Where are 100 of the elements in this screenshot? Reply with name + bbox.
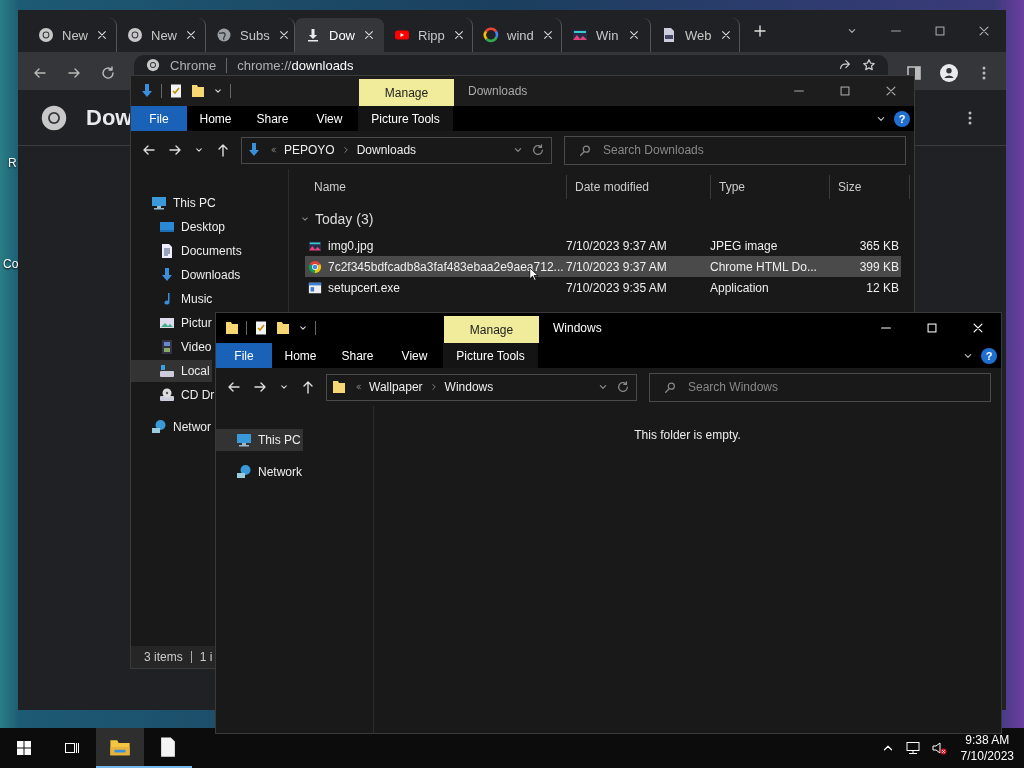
nav-item[interactable]: This PC: [216, 429, 303, 451]
close-icon[interactable]: [884, 84, 898, 98]
network-icon[interactable]: [904, 740, 921, 756]
nav-item[interactable]: Downloads: [131, 264, 243, 286]
file-row[interactable]: img0.jpg 7/10/2023 9:37 AM JPEG image 365 KB: [305, 235, 901, 256]
breadcrumb[interactable]: Windows: [444, 380, 494, 394]
nav-item[interactable]: Networ: [131, 416, 213, 438]
logo-icon: [483, 27, 499, 43]
folder-icon: [224, 320, 240, 336]
folder-icon[interactable]: [190, 83, 206, 99]
nav-item[interactable]: Desktop: [131, 216, 228, 238]
close-icon[interactable]: [363, 29, 375, 41]
close-icon[interactable]: [96, 29, 108, 41]
globe-icon: [216, 27, 232, 43]
ribbon-tab[interactable]: Home: [272, 343, 329, 368]
new-tab-icon[interactable]: [752, 23, 768, 39]
ribbon-tab[interactable]: File: [131, 106, 187, 131]
download-arrow-icon: [159, 267, 175, 283]
computer-icon: [151, 195, 167, 211]
ribbon-tab[interactable]: View: [301, 106, 358, 131]
column-header[interactable]: Name: [305, 175, 567, 199]
network-icon: [236, 464, 252, 480]
close-icon[interactable]: [628, 29, 640, 41]
ribbon-tab[interactable]: View: [386, 343, 443, 368]
file-row[interactable]: 7c2f345bdfcadb8a3faf483ebaa2e9aea712... 7/10/2023 9:37 AM Chrome HTML Do... 399 KB: [305, 256, 901, 277]
computer-icon: [236, 432, 252, 448]
breadcrumb[interactable]: Downloads: [356, 143, 417, 157]
breadcrumb[interactable]: Wallpaper: [369, 380, 423, 394]
network-icon: [151, 419, 167, 435]
share-icon[interactable]: [838, 58, 852, 72]
file-name: setupcert.exe: [328, 280, 401, 295]
close-icon[interactable]: [971, 321, 985, 335]
ribbon-tab[interactable]: File: [216, 343, 272, 368]
column-header[interactable]: Date modified: [567, 175, 711, 199]
nav-item[interactable]: Local: [131, 360, 212, 382]
desktop-icon-label[interactable]: Co: [3, 257, 19, 271]
ribbon-tab[interactable]: Share: [329, 343, 386, 368]
nav-item[interactable]: Network: [216, 461, 304, 483]
close-icon[interactable]: [185, 29, 197, 41]
download-arrow-icon: [139, 83, 155, 99]
empty-folder-message: This folder is empty.: [633, 428, 742, 442]
address-bar[interactable]: PEPOYO Downloads: [241, 136, 552, 164]
nav-item[interactable]: Video: [131, 336, 214, 358]
profile-icon[interactable]: [940, 63, 958, 82]
download-icon: [305, 27, 321, 43]
column-header[interactable]: Type: [711, 175, 830, 199]
task-view-icon[interactable]: [64, 740, 80, 756]
group-header[interactable]: Today (3): [299, 211, 910, 227]
address-bar[interactable]: Chrome chrome://downloads: [134, 55, 888, 75]
nav-item[interactable]: CD Dr: [131, 384, 217, 406]
properties-icon[interactable]: [253, 320, 269, 336]
logo-icon: [38, 27, 54, 43]
breadcrumb[interactable]: PEPOYO: [284, 143, 335, 157]
double-chevron-icon: [353, 382, 363, 392]
reload-icon[interactable]: [100, 64, 116, 81]
nav-item[interactable]: Music: [131, 288, 215, 310]
side-panel-icon[interactable]: [906, 64, 922, 81]
nav-item[interactable]: Documents: [131, 240, 244, 262]
ribbon-tab[interactable]: Home: [187, 106, 244, 131]
close-icon[interactable]: [277, 29, 290, 41]
nav-item[interactable]: Pictur: [131, 312, 214, 334]
file-row[interactable]: setupcert.exe 7/10/2023 9:35 AM Application 12 KB: [305, 277, 901, 298]
disc-drive-icon: [159, 387, 175, 403]
refresh-icon[interactable]: [531, 143, 545, 157]
document-icon: [159, 243, 175, 259]
close-icon[interactable]: [452, 29, 465, 41]
maximize-icon[interactable]: [925, 321, 939, 335]
close-icon[interactable]: [719, 29, 732, 41]
taskbar-app[interactable]: [96, 728, 144, 768]
search-field[interactable]: Search Windows: [649, 372, 991, 402]
close-icon[interactable]: [541, 29, 554, 41]
nav-item[interactable]: This PC: [131, 192, 218, 214]
logo-icon: [308, 259, 322, 274]
file-size: 399 KB: [858, 259, 900, 274]
search-field[interactable]: Search Downloads: [564, 135, 906, 165]
help-button[interactable]: ?: [981, 347, 997, 364]
address-bar[interactable]: Wallpaper Windows: [326, 373, 637, 401]
close-icon[interactable]: [977, 24, 991, 38]
desktop-icon-label[interactable]: R: [8, 156, 17, 170]
help-button[interactable]: ?: [894, 110, 910, 127]
start-icon[interactable]: [16, 740, 32, 756]
speaker-muted-icon[interactable]: [930, 740, 947, 756]
ribbon-tab[interactable]: Share: [244, 106, 301, 131]
refresh-icon[interactable]: [616, 380, 630, 394]
folder-icon: [331, 379, 347, 395]
context-tab-header: Manage: [444, 316, 539, 343]
maximize-icon[interactable]: [933, 24, 947, 38]
file-date: 7/10/2023 9:37 AM: [565, 238, 668, 253]
window-title: Windows: [553, 321, 602, 335]
browser-tab[interactable]: Dow: [295, 18, 384, 52]
column-header[interactable]: Size: [830, 175, 910, 199]
ribbon-tab[interactable]: Picture Tools: [443, 343, 538, 368]
maximize-icon[interactable]: [838, 84, 852, 98]
folder-icon[interactable]: [275, 320, 291, 336]
image-icon: [572, 27, 588, 43]
file-size: 365 KB: [858, 238, 900, 253]
ribbon-tab[interactable]: Picture Tools: [358, 106, 453, 131]
star-icon[interactable]: [862, 58, 876, 72]
drive-icon: [159, 363, 175, 379]
properties-icon[interactable]: [168, 83, 184, 99]
